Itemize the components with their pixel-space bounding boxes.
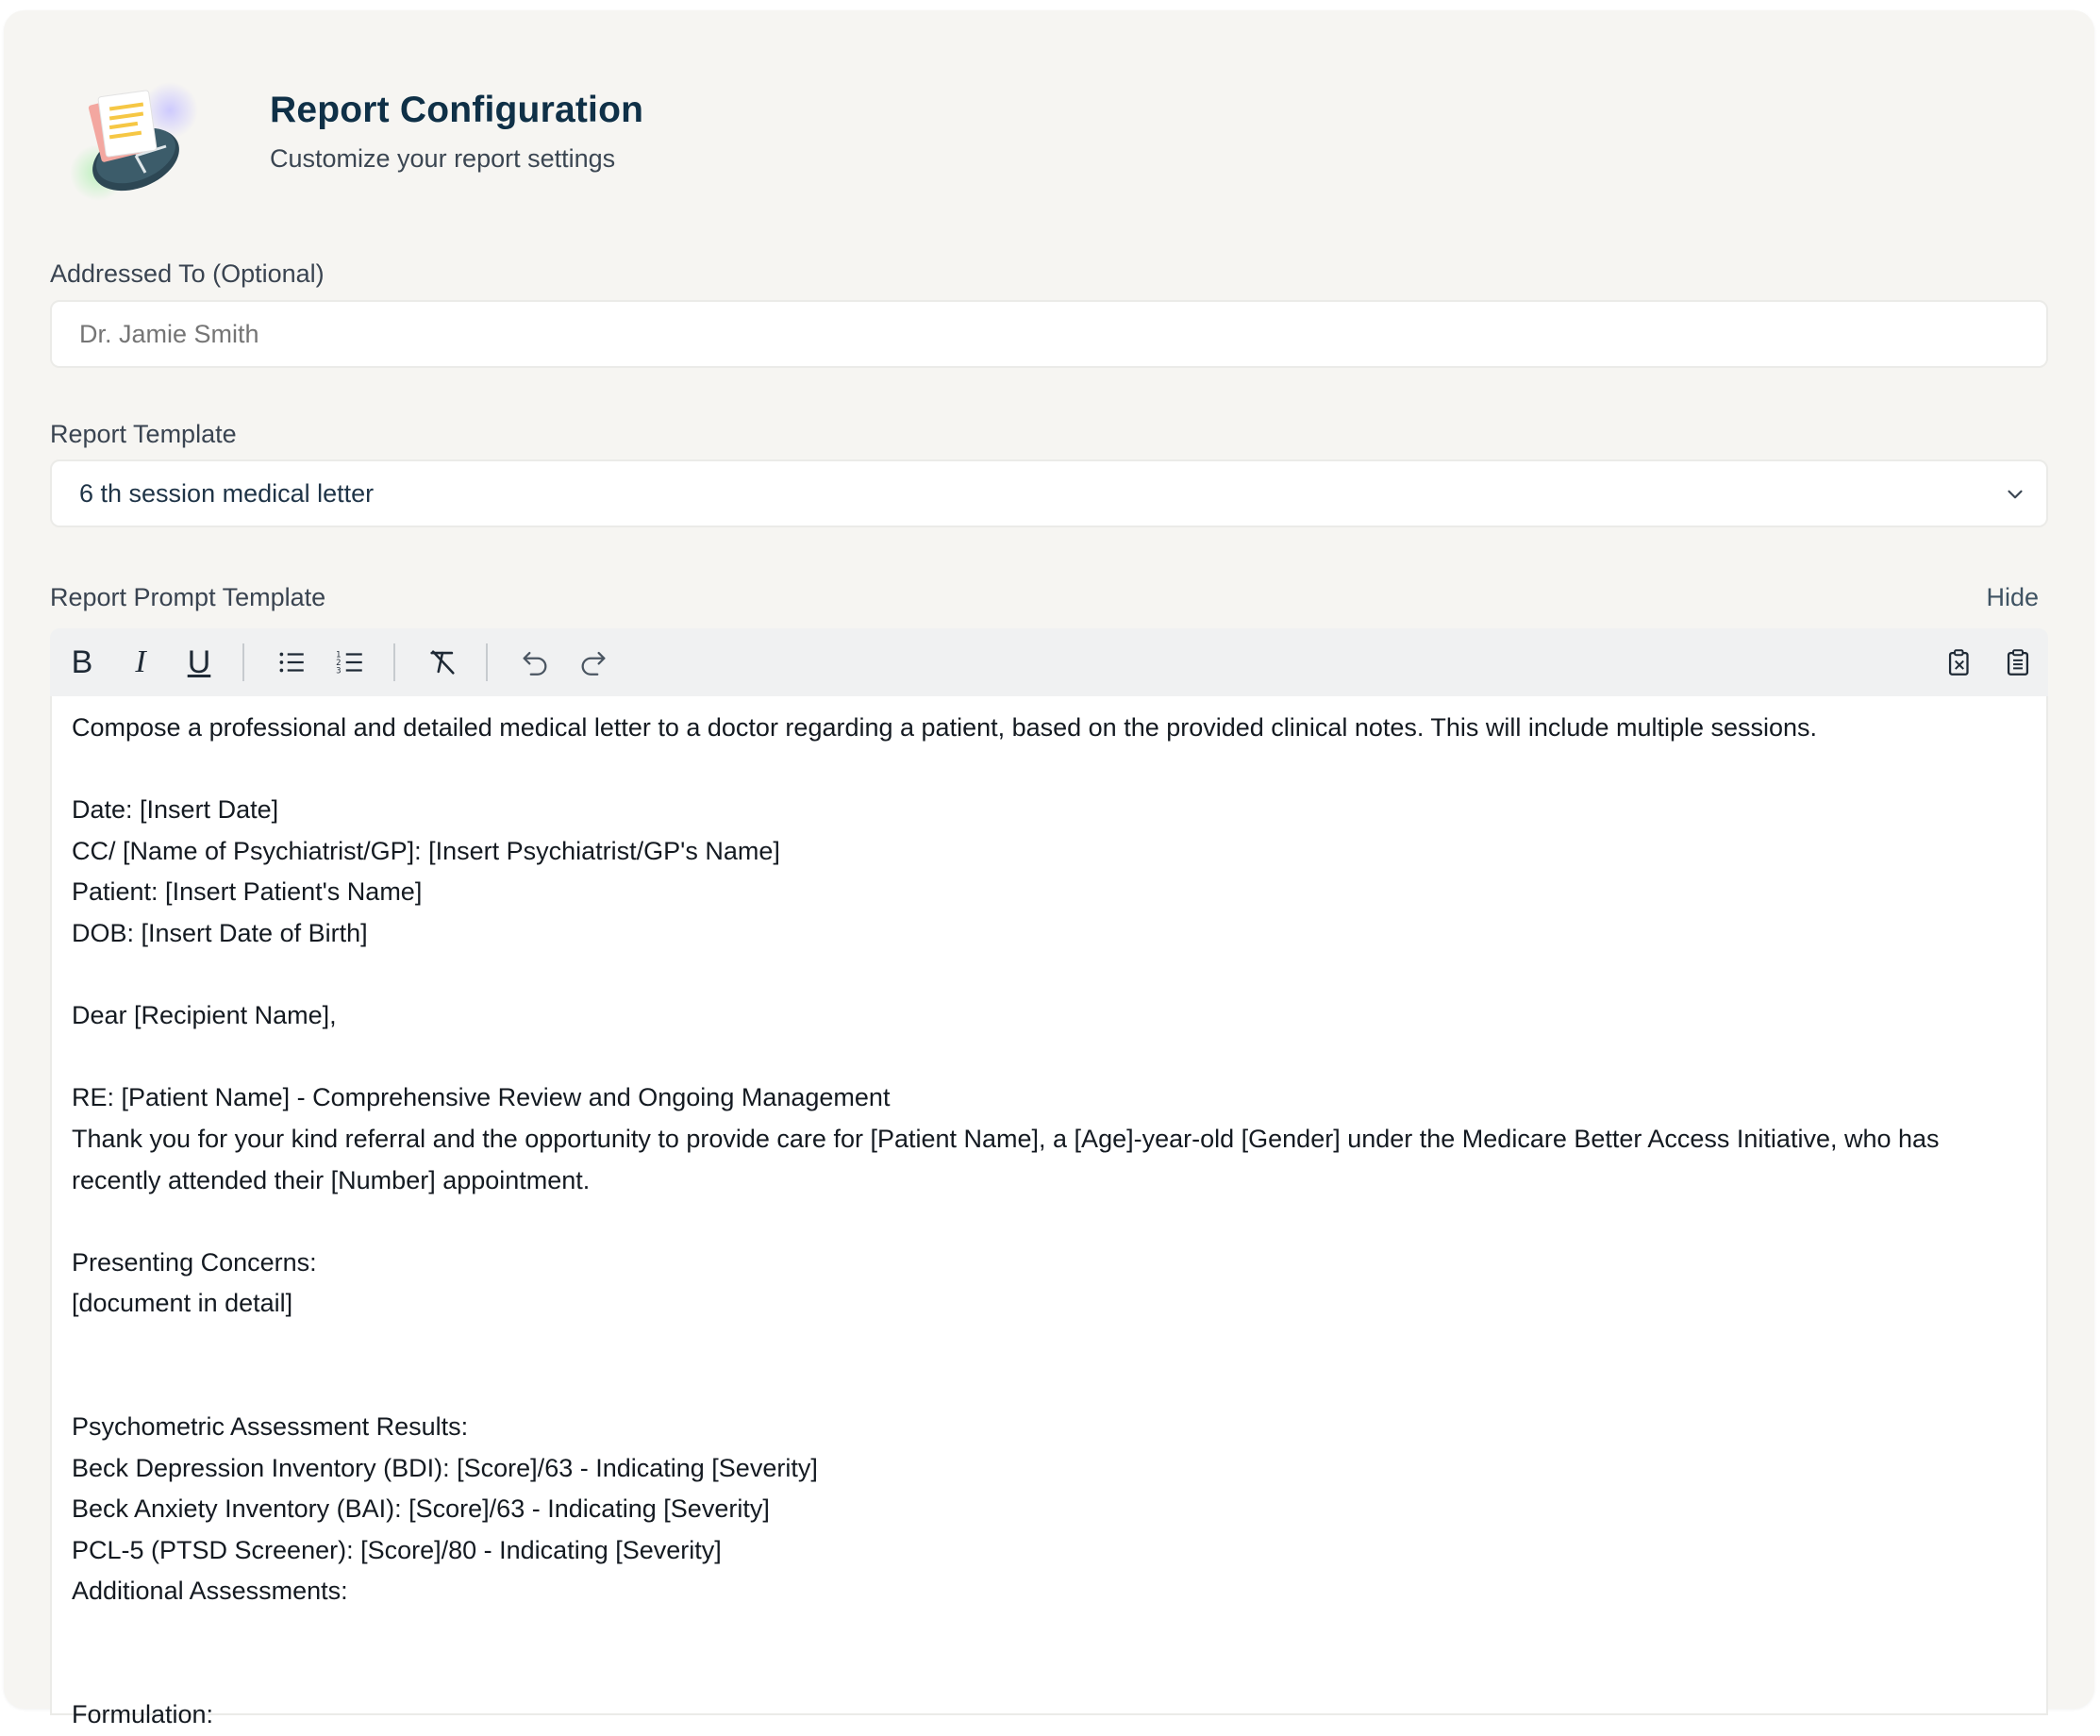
editor-line: Compose a professional and detailed medi… — [72, 713, 1818, 742]
report-template-select[interactable]: 6 th session medical letter — [50, 459, 2048, 527]
underline-button[interactable]: U — [178, 642, 220, 683]
bullet-list-icon — [279, 652, 304, 673]
bold-button[interactable]: B — [61, 642, 103, 683]
editor-line: Beck Anxiety Inventory (BAI): [Score]/63… — [72, 1494, 770, 1524]
report-template-selected: 6 th session medical letter — [79, 479, 375, 508]
editor-line: Psychometric Assessment Results: — [72, 1412, 469, 1442]
underline-icon: U — [187, 644, 211, 680]
editor-line: Thank you for your kind referral and the… — [72, 1124, 1947, 1194]
prompt-template-editor[interactable]: Compose a professional and detailed medi… — [50, 696, 2048, 1728]
editor-line: Presenting Concerns: — [72, 1247, 317, 1277]
chevron-down-icon — [2008, 490, 2023, 499]
paste-icon — [2007, 649, 2029, 676]
italic-icon: I — [135, 644, 146, 679]
editor-line — [72, 1201, 2026, 1243]
editor-line: Formulation: — [72, 1700, 214, 1729]
redo-icon — [581, 651, 606, 676]
editor-line — [72, 1325, 2026, 1366]
editor-line: Additional Assessments: — [72, 1577, 348, 1606]
editor-line: Beck Depression Inventory (BDI): [Score]… — [72, 1453, 818, 1482]
report-template-label: Report Template — [50, 420, 237, 448]
svg-text:3: 3 — [336, 666, 341, 676]
bullet-list-button[interactable] — [271, 642, 312, 683]
addressed-to-input[interactable] — [50, 300, 2048, 368]
hide-button[interactable]: Hide — [1986, 583, 2039, 612]
page-title: Report Configuration — [270, 90, 644, 130]
numbered-list-icon: 1 2 3 — [336, 650, 362, 676]
editor-line — [72, 749, 2026, 791]
editor-line — [72, 1654, 2026, 1695]
page-subtitle: Customize your report settings — [270, 144, 616, 173]
editor-line: CC/ [Name of Psychiatrist/GP]: [Insert P… — [72, 836, 780, 865]
bold-icon: B — [71, 644, 93, 680]
editor-line — [72, 1612, 2026, 1654]
editor-line: PCL-5 (PTSD Screener): [Score]/80 - Indi… — [72, 1535, 722, 1564]
addressed-to-label: Addressed To (Optional) — [50, 259, 325, 288]
editor-toolbar: B I U 1 2 3 — [50, 628, 2048, 696]
editor-line: [document in detail] — [72, 1289, 293, 1318]
toolbar-divider — [242, 643, 244, 681]
editor-line: RE: [Patient Name] - Comprehensive Revie… — [72, 1083, 891, 1112]
redo-button[interactable] — [573, 642, 614, 683]
prompt-template-label: Report Prompt Template — [50, 583, 326, 611]
paste-button[interactable] — [1997, 642, 2039, 683]
toolbar-divider — [486, 643, 488, 681]
editor-line: Patient: [Insert Patient's Name] — [72, 877, 423, 907]
undo-icon — [523, 651, 547, 676]
editor-line: DOB: [Insert Date of Birth] — [72, 918, 368, 947]
report-configuration-card: Report Configuration Customize your repo… — [4, 10, 2094, 1728]
report-clock-icon — [68, 80, 200, 203]
copy-button[interactable] — [1939, 642, 1980, 683]
editor-line: Dear [Recipient Name], — [72, 1001, 337, 1030]
copy-icon — [1948, 649, 1969, 676]
editor-line: Date: [Insert Date] — [72, 795, 279, 825]
editor-line — [72, 1037, 2026, 1078]
italic-button[interactable]: I — [120, 642, 161, 683]
toolbar-divider — [393, 643, 395, 681]
editor-line — [72, 955, 2026, 996]
undo-button[interactable] — [514, 642, 556, 683]
numbered-list-button[interactable]: 1 2 3 — [329, 642, 371, 683]
editor-line — [72, 1366, 2026, 1408]
clear-format-icon — [430, 650, 455, 675]
clear-format-button[interactable] — [422, 642, 463, 683]
